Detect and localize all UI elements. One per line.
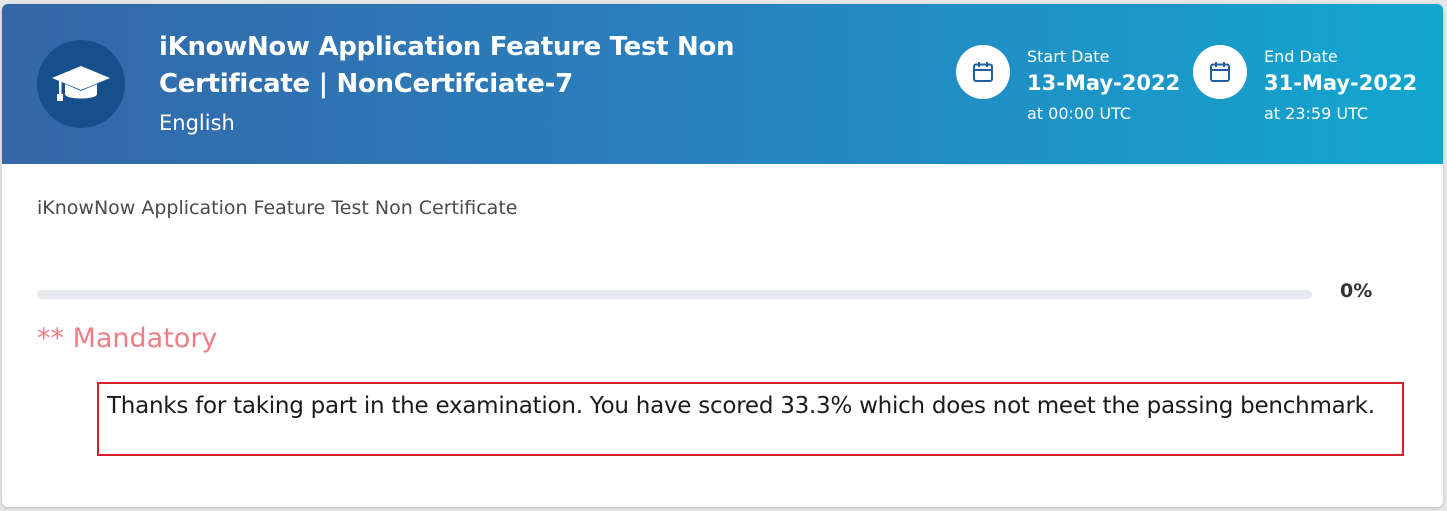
start-date-badge xyxy=(956,45,1010,99)
start-date-time: at 00:00 UTC xyxy=(1027,104,1132,123)
course-avatar xyxy=(37,40,125,128)
end-date-value: 31-May-2022 xyxy=(1264,71,1418,95)
test-title: iKnowNow Application Feature Test Non Ce… xyxy=(159,32,735,99)
test-subtitle: iKnowNow Application Feature Test Non Ce… xyxy=(37,197,518,219)
end-date-label: End Date xyxy=(1264,47,1338,66)
calendar-icon xyxy=(1210,62,1230,82)
start-date-value: 13-May-2022 xyxy=(1027,71,1181,95)
mandatory-note: ** Mandatory xyxy=(37,323,218,354)
test-header: iKnowNow Application Feature Test Non Ce… xyxy=(2,4,1443,164)
end-date-time: at 23:59 UTC xyxy=(1264,104,1369,123)
calendar-icon xyxy=(973,62,993,82)
end-date-badge xyxy=(1193,45,1247,99)
test-language: English xyxy=(159,111,235,135)
test-card: iKnowNow Application Feature Test Non Ce… xyxy=(2,4,1443,507)
progress-bar xyxy=(37,290,1312,299)
start-date-label: Start Date xyxy=(1027,47,1110,66)
result-message: Thanks for taking part in the examinatio… xyxy=(97,382,1404,456)
progress-percent: 0% xyxy=(1340,280,1373,302)
graduation-cap-icon xyxy=(52,66,110,101)
